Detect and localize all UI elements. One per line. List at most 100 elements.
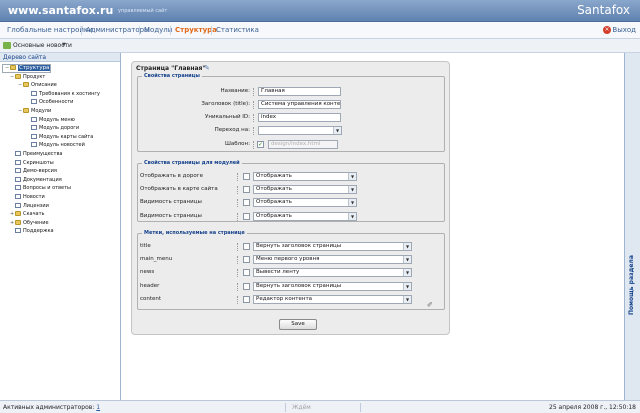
tree-node[interactable]: Преимущества	[10, 150, 62, 158]
tree-node[interactable]: − Модули	[18, 107, 51, 115]
goto-select[interactable]: ▼	[258, 126, 342, 135]
tree-node[interactable]: Модуль карты сайта	[26, 133, 93, 141]
module-props-legend: Свойства страницы для модулей	[144, 160, 240, 166]
row-select-value: Отображать	[256, 173, 292, 179]
row-select[interactable]: Отображать ▼	[253, 211, 357, 221]
tree-node[interactable]: + Обучение	[10, 219, 49, 227]
folder-icon	[15, 73, 21, 79]
tree-node[interactable]: − Описание	[18, 81, 57, 89]
tree-node[interactable]: Требования к хостингу	[26, 90, 100, 98]
logout-icon[interactable]: ×	[603, 26, 611, 34]
tree-node[interactable]: Демо-версия	[10, 167, 57, 175]
unique-id-input[interactable]: index	[258, 113, 341, 122]
tree-node[interactable]: Вопросы и ответы	[10, 184, 71, 192]
page-icon	[31, 99, 37, 105]
edit-icon[interactable]: ✎	[204, 64, 210, 72]
row-label: Отображать в дороге	[140, 173, 203, 179]
page-icon	[31, 133, 37, 139]
row-select[interactable]: Отображать ▼	[253, 198, 357, 208]
help-panel[interactable]: Помощь раздела	[624, 53, 640, 400]
page-icon	[15, 228, 21, 234]
row-checkbox[interactable]	[243, 199, 250, 207]
name-input[interactable]: Главная	[258, 87, 341, 96]
chevron-down-icon[interactable]: ▼	[403, 269, 411, 277]
template-input[interactable]: design/index.html	[268, 140, 338, 149]
row-checkbox[interactable]	[243, 269, 250, 277]
site-url[interactable]: www.santafox.ru	[8, 4, 113, 17]
tree-node[interactable]: Поддержка	[10, 227, 54, 235]
dots	[253, 101, 257, 109]
tree-node[interactable]: Особенности	[26, 98, 73, 106]
tree-node[interactable]: − Продукт	[10, 73, 45, 81]
dots	[253, 88, 257, 96]
brand-logo: Santafox	[577, 3, 630, 17]
panel-title: Страница "Главная"	[136, 65, 206, 72]
row-select-value: Отображать	[256, 212, 292, 219]
row-checkbox[interactable]	[243, 282, 250, 290]
status-divider	[285, 403, 286, 412]
row-select-value: Вывести ленту	[256, 269, 300, 276]
tree-node[interactable]: Модуль меню	[26, 116, 75, 124]
tree-node[interactable]: Лицензии	[10, 202, 49, 210]
tree-node[interactable]: Модуль новостей	[26, 141, 85, 149]
menu-separator	[81, 26, 82, 35]
dots	[253, 114, 257, 122]
menu-item-global-settings[interactable]: Глобальные настройки	[7, 26, 93, 34]
news-icon	[3, 42, 11, 49]
menu-item-modules[interactable]: Модули	[144, 26, 172, 34]
chevron-down-icon[interactable]: ▼	[348, 199, 356, 207]
row-label: Отображать в карте сайта	[140, 186, 218, 193]
active-admins-count[interactable]: 1	[96, 404, 100, 411]
logout-link[interactable]: Выход	[612, 26, 636, 34]
tree-node[interactable]: Модуль дороги	[26, 124, 79, 132]
tree-node[interactable]: + Скачать	[10, 210, 44, 218]
row-select[interactable]: Вывести ленту ▼	[253, 268, 412, 278]
template-checkbox[interactable]: ✓	[257, 141, 264, 148]
chevron-down-icon[interactable]: ▼	[403, 243, 411, 250]
tree-node-label: Модуль меню	[39, 116, 75, 123]
chevron-down-icon[interactable]: ▼	[348, 212, 356, 220]
menu-item-admins[interactable]: Администраторы	[86, 26, 150, 34]
row-checkbox[interactable]	[243, 173, 250, 180]
dots	[237, 295, 241, 304]
title-input[interactable]: Система управления контенто	[258, 100, 341, 109]
page-icon	[15, 202, 21, 208]
chevron-down-icon[interactable]: ▼	[403, 282, 411, 290]
chevron-down-icon[interactable]: ▼	[403, 256, 411, 264]
row-checkbox[interactable]	[243, 212, 250, 220]
row-label: title	[140, 243, 151, 249]
folder-icon	[15, 211, 21, 217]
save-button[interactable]: Save	[279, 319, 317, 330]
dots	[237, 282, 241, 291]
tree-node[interactable]: Новости	[10, 193, 45, 201]
row-select[interactable]: Вернуть заголовок страницы ▼	[253, 242, 412, 251]
row-select[interactable]: Меню первого уровня ▼	[253, 255, 412, 265]
row-checkbox[interactable]	[243, 295, 250, 303]
row-checkbox[interactable]	[243, 256, 250, 264]
tree-node-label: Особенности	[39, 99, 74, 106]
chevron-down-icon[interactable]: ▼	[403, 295, 411, 303]
tree-node-label: Вопросы и ответы	[23, 185, 71, 192]
chevron-down-icon[interactable]: ▼	[348, 186, 356, 194]
row-select[interactable]: Редактор контента ▼	[253, 294, 412, 304]
row-select[interactable]: Отображать ▼	[253, 172, 357, 181]
row-label: news	[140, 269, 155, 276]
dots	[237, 186, 241, 195]
tree-node[interactable]: Документация	[10, 176, 62, 184]
row-checkbox[interactable]	[243, 243, 250, 250]
tree-node[interactable]: Скриншоты	[10, 159, 54, 167]
edit-content-icon[interactable]: ✐	[427, 301, 437, 310]
site-tree: Дерево сайта − Структура − Продукт − Описание…	[0, 53, 121, 400]
row-label: Видимость страницы	[140, 199, 202, 206]
row-select[interactable]: Вернуть заголовок страницы ▼	[253, 281, 412, 291]
row-select[interactable]: Отображать ▼	[253, 185, 357, 195]
row-label: header	[140, 282, 160, 289]
tree-node-label: Модули	[31, 108, 52, 114]
chevron-down-icon[interactable]: ▼	[333, 127, 341, 134]
page-icon	[15, 194, 21, 199]
chevron-down-icon[interactable]: ▼	[62, 42, 66, 48]
menu-item-statistics[interactable]: Статистика	[216, 26, 259, 34]
chevron-down-icon[interactable]: ▼	[348, 173, 356, 180]
row-checkbox[interactable]	[243, 186, 250, 194]
dots	[237, 199, 241, 208]
